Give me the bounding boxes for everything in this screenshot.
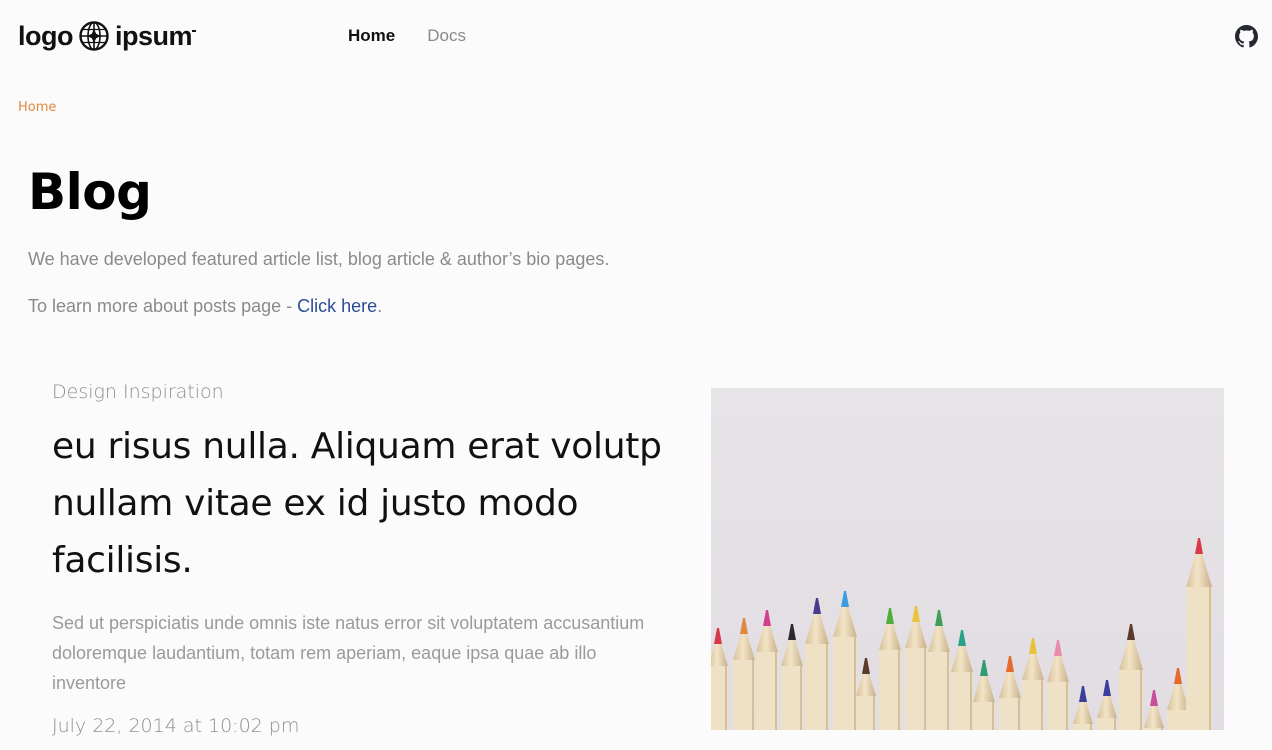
- nav-home-link[interactable]: Home: [348, 24, 395, 48]
- page-intro: We have developed featured article list,…: [28, 249, 610, 269]
- globe-icon: [79, 21, 109, 51]
- breadcrumb-home[interactable]: Home: [18, 99, 56, 117]
- pencil-body: [1022, 680, 1044, 730]
- post-title-link[interactable]: eu risus nulla. Aliquam erat volutp null…: [52, 418, 692, 589]
- post-date: July 22, 2014 at 10:02 pm: [52, 715, 300, 737]
- logo-tm-mark: [192, 29, 196, 32]
- pencil-body: [781, 666, 803, 730]
- learn-more-prefix: To learn more about posts page -: [28, 296, 298, 316]
- site-logo[interactable]: logo ipsum: [18, 18, 196, 54]
- pencil-body: [905, 648, 927, 730]
- post-category: Design Inspiration: [52, 381, 224, 403]
- post-excerpt: Sed ut perspiciatis unde omnis iste natu…: [52, 613, 645, 693]
- pencil-body: [733, 660, 755, 730]
- page-title: Blog: [28, 163, 152, 221]
- pencil-body: [928, 652, 950, 730]
- logo-text-left: logo: [18, 20, 73, 51]
- main-nav: Home Docs: [348, 24, 466, 48]
- click-here-link[interactable]: Click here: [297, 296, 377, 316]
- pencil-body: [756, 652, 778, 730]
- logo-text-right: ipsum: [114, 20, 193, 51]
- pencil-body: [879, 650, 901, 730]
- logo-right-wrap: ipsum: [114, 20, 196, 51]
- pencil-body: [805, 644, 829, 730]
- learn-more-text: To learn more about posts page - Click h…: [28, 293, 382, 319]
- learn-more-suffix: .: [377, 296, 383, 316]
- site-header: logo ipsum Home Docs: [0, 0, 1272, 72]
- pencil-body: [833, 637, 857, 730]
- post-image[interactable]: [711, 388, 1224, 730]
- pencil-body: [973, 702, 995, 730]
- featured-post: Design Inspiration eu risus nulla. Aliqu…: [0, 360, 1272, 750]
- pencil-body: [1186, 587, 1212, 730]
- pencil-body: [1047, 682, 1069, 730]
- pencil-body: [951, 672, 973, 730]
- pencil-body: [1119, 670, 1143, 730]
- github-icon[interactable]: [1235, 25, 1258, 48]
- nav-docs-link[interactable]: Docs: [427, 24, 466, 48]
- pencil-body: [999, 698, 1021, 730]
- pencil-body: [1167, 710, 1189, 730]
